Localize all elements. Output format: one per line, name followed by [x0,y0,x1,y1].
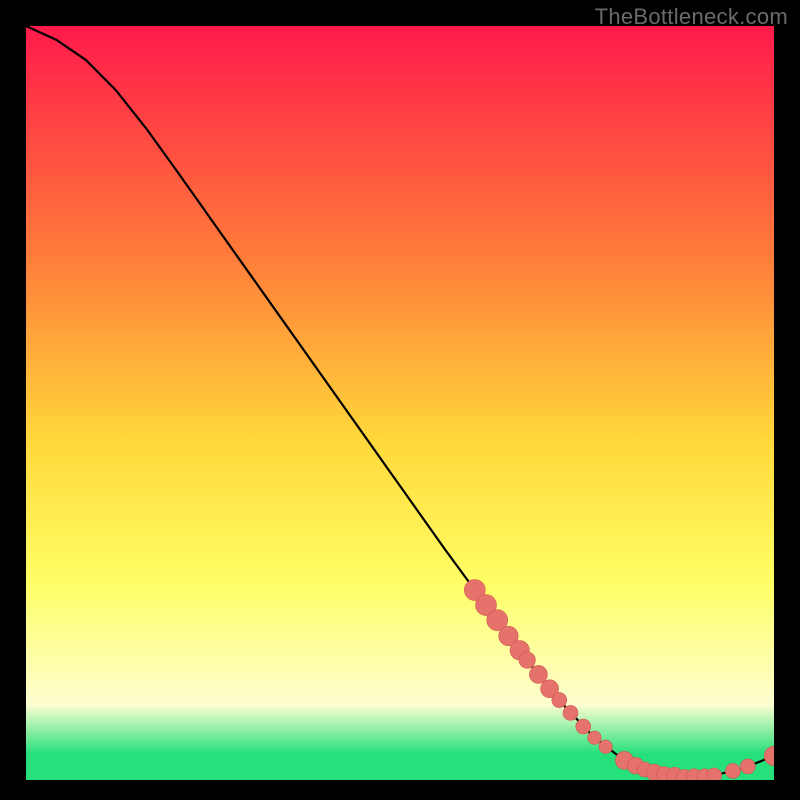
data-marker [529,665,547,683]
data-marker [599,740,612,753]
data-marker [576,719,591,734]
plot-svg [26,26,774,780]
plot-area [26,26,774,780]
data-marker [740,759,755,774]
data-marker [588,731,601,744]
data-marker [725,763,740,778]
data-marker [707,768,722,780]
chart-stage: TheBottleneck.com [0,0,800,800]
data-marker [519,652,535,668]
gradient-background [26,26,774,780]
data-marker [563,705,578,720]
data-marker [552,693,567,708]
